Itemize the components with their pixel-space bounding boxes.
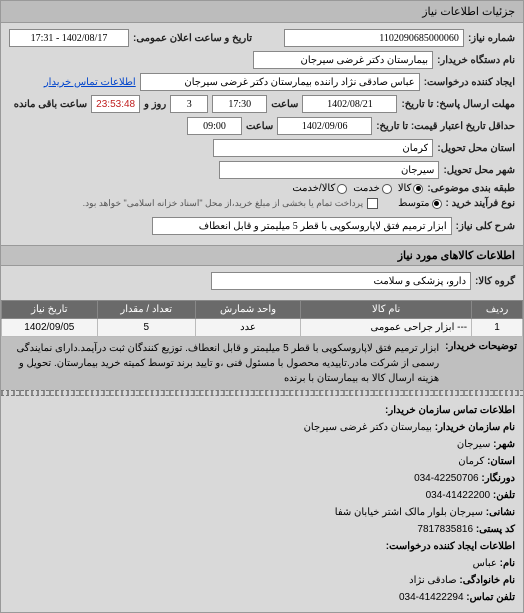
tab-header: جزئیات اطلاعات نیاز [1,1,523,23]
validity-time-input[interactable] [187,117,242,135]
public-date-input[interactable] [9,29,129,47]
deadline-label: مهلت ارسال پاسخ: تا تاریخ: [401,99,515,110]
buyer-desc-text: ابزار ترمیم فتق لاپاروسکوپی با قطر 5 میل… [7,341,439,386]
remaining-days-input [170,95,208,113]
city-label: شهر محل تحویل: [443,165,515,176]
deadline-time-label: ساعت [271,99,298,110]
radio-kala[interactable]: کالا [398,183,424,194]
radio-empty-icon [337,184,347,194]
creator-input[interactable] [140,73,420,91]
col-date: تاریخ نیاز [2,301,98,319]
treasury-note: پرداخت تمام یا بخشی از مبلغ خرید،از محل … [83,198,363,209]
address-value: سیرجان بلوار مالک اشتر خیابان شفا [335,507,483,518]
radio-medium[interactable]: متوسط [398,198,441,209]
group-input[interactable] [211,272,471,290]
buyer-name-label: نام دستگاه خریدار: [437,55,515,66]
phone-label: تلفن: [493,490,515,501]
address-label: نشانی: [486,507,515,518]
tab-title: جزئیات اطلاعات نیاز [422,6,515,18]
province-input[interactable] [213,139,433,157]
fax-label: دورنگار: [481,473,515,484]
buyer-desc-label: توضیحات خریدار: [445,341,517,386]
remaining-suffix: ساعت باقی مانده [14,99,87,110]
col-qty: تعداد / مقدار [97,301,195,319]
phone-value: 41422200-034 [426,490,491,501]
need-title-input[interactable] [152,217,452,235]
category-radio-group: کالا خدمت کالا/خدمت [292,183,423,194]
contact-province-value: کرمان [458,456,484,467]
contact-province-label: استان: [487,456,515,467]
goods-table: ردیف نام کالا واحد شمارش تعداد / مقدار ت… [1,300,523,337]
fax-value: 42250706-034 [414,473,479,484]
creator-label: ایجاد کننده درخواست: [424,77,515,88]
contact-city-value: سیرجان [457,439,491,450]
goods-section-title: اطلاعات کالاهای مورد نیاز [1,245,523,266]
category-label: طبقه بندی موضوعی: [427,183,515,194]
process-label: نوع فرآیند خرید : [446,198,515,209]
process-radio-group: متوسط [398,198,441,209]
contact-section-title: اطلاعات تماس سازمان خریدار: [385,405,515,416]
lastname-value: صادقی نژاد [409,575,456,586]
group-label: گروه کالا: [475,276,515,287]
req-no-label: شماره نیاز: [468,33,515,44]
radio-dot-icon [432,199,442,209]
postal-label: کد پستی: [476,524,515,535]
countdown: 23:53:48 [91,95,140,113]
radio-dot-icon [413,184,423,194]
lastname-label: نام خانوادگی: [459,575,515,586]
org-label: نام سازمان خریدار: [435,422,515,433]
need-title-label: شرح کلی نیاز: [456,221,515,232]
name-value: عباس [473,558,497,569]
validity-label: حداقل تاریخ اعتبار قیمت: تا تاریخ: [376,121,515,132]
col-unit: واحد شمارش [195,301,300,319]
radio-kala-khedmat[interactable]: کالا/خدمت [292,183,347,194]
name-label: نام: [500,558,515,569]
col-name: نام کالا [301,301,472,319]
treasury-checkbox[interactable] [367,198,378,209]
buyer-desc-block: توضیحات خریدار: ابزار ترمیم فتق لاپاروسک… [1,337,523,390]
deadline-time-input[interactable] [212,95,267,113]
city-input[interactable] [219,161,439,179]
org-value: بیمارستان دکتر غرضی سیرجان [304,422,432,433]
province-label: استان محل تحویل: [437,143,515,154]
contact-block: اطلاعات تماس سازمان خریدار: نام سازمان خ… [1,396,523,612]
buyer-name-input[interactable] [253,51,433,69]
req-no-input[interactable] [284,29,464,47]
cphone-value: 41422294-034 [399,592,464,603]
details-panel: جزئیات اطلاعات نیاز شماره نیاز: تاریخ و … [0,0,524,613]
form-area: شماره نیاز: تاریخ و ساعت اعلان عمومی: نا… [1,23,523,245]
validity-date-input[interactable] [277,117,372,135]
deadline-date-input[interactable] [302,95,397,113]
cphone-label: تلفن تماس: [466,592,515,603]
contact-city-label: شهر: [493,439,515,450]
table-row[interactable]: 1 --- ابزار جراحی عمومی عدد 5 1402/09/05 [2,319,523,337]
radio-khedmat[interactable]: خدمت [353,183,392,194]
postal-value: 7817835816 [417,524,473,535]
req-creator-title: اطلاعات ایجاد کننده درخواست: [386,541,515,552]
radio-empty-icon [382,184,392,194]
buyer-contact-link[interactable]: اطلاعات تماس خریدار [44,77,136,88]
validity-time-label: ساعت [246,121,273,132]
remaining-days-label: روز و [144,99,166,110]
col-idx: ردیف [472,301,523,319]
public-date-label: تاریخ و ساعت اعلان عمومی: [133,33,252,44]
